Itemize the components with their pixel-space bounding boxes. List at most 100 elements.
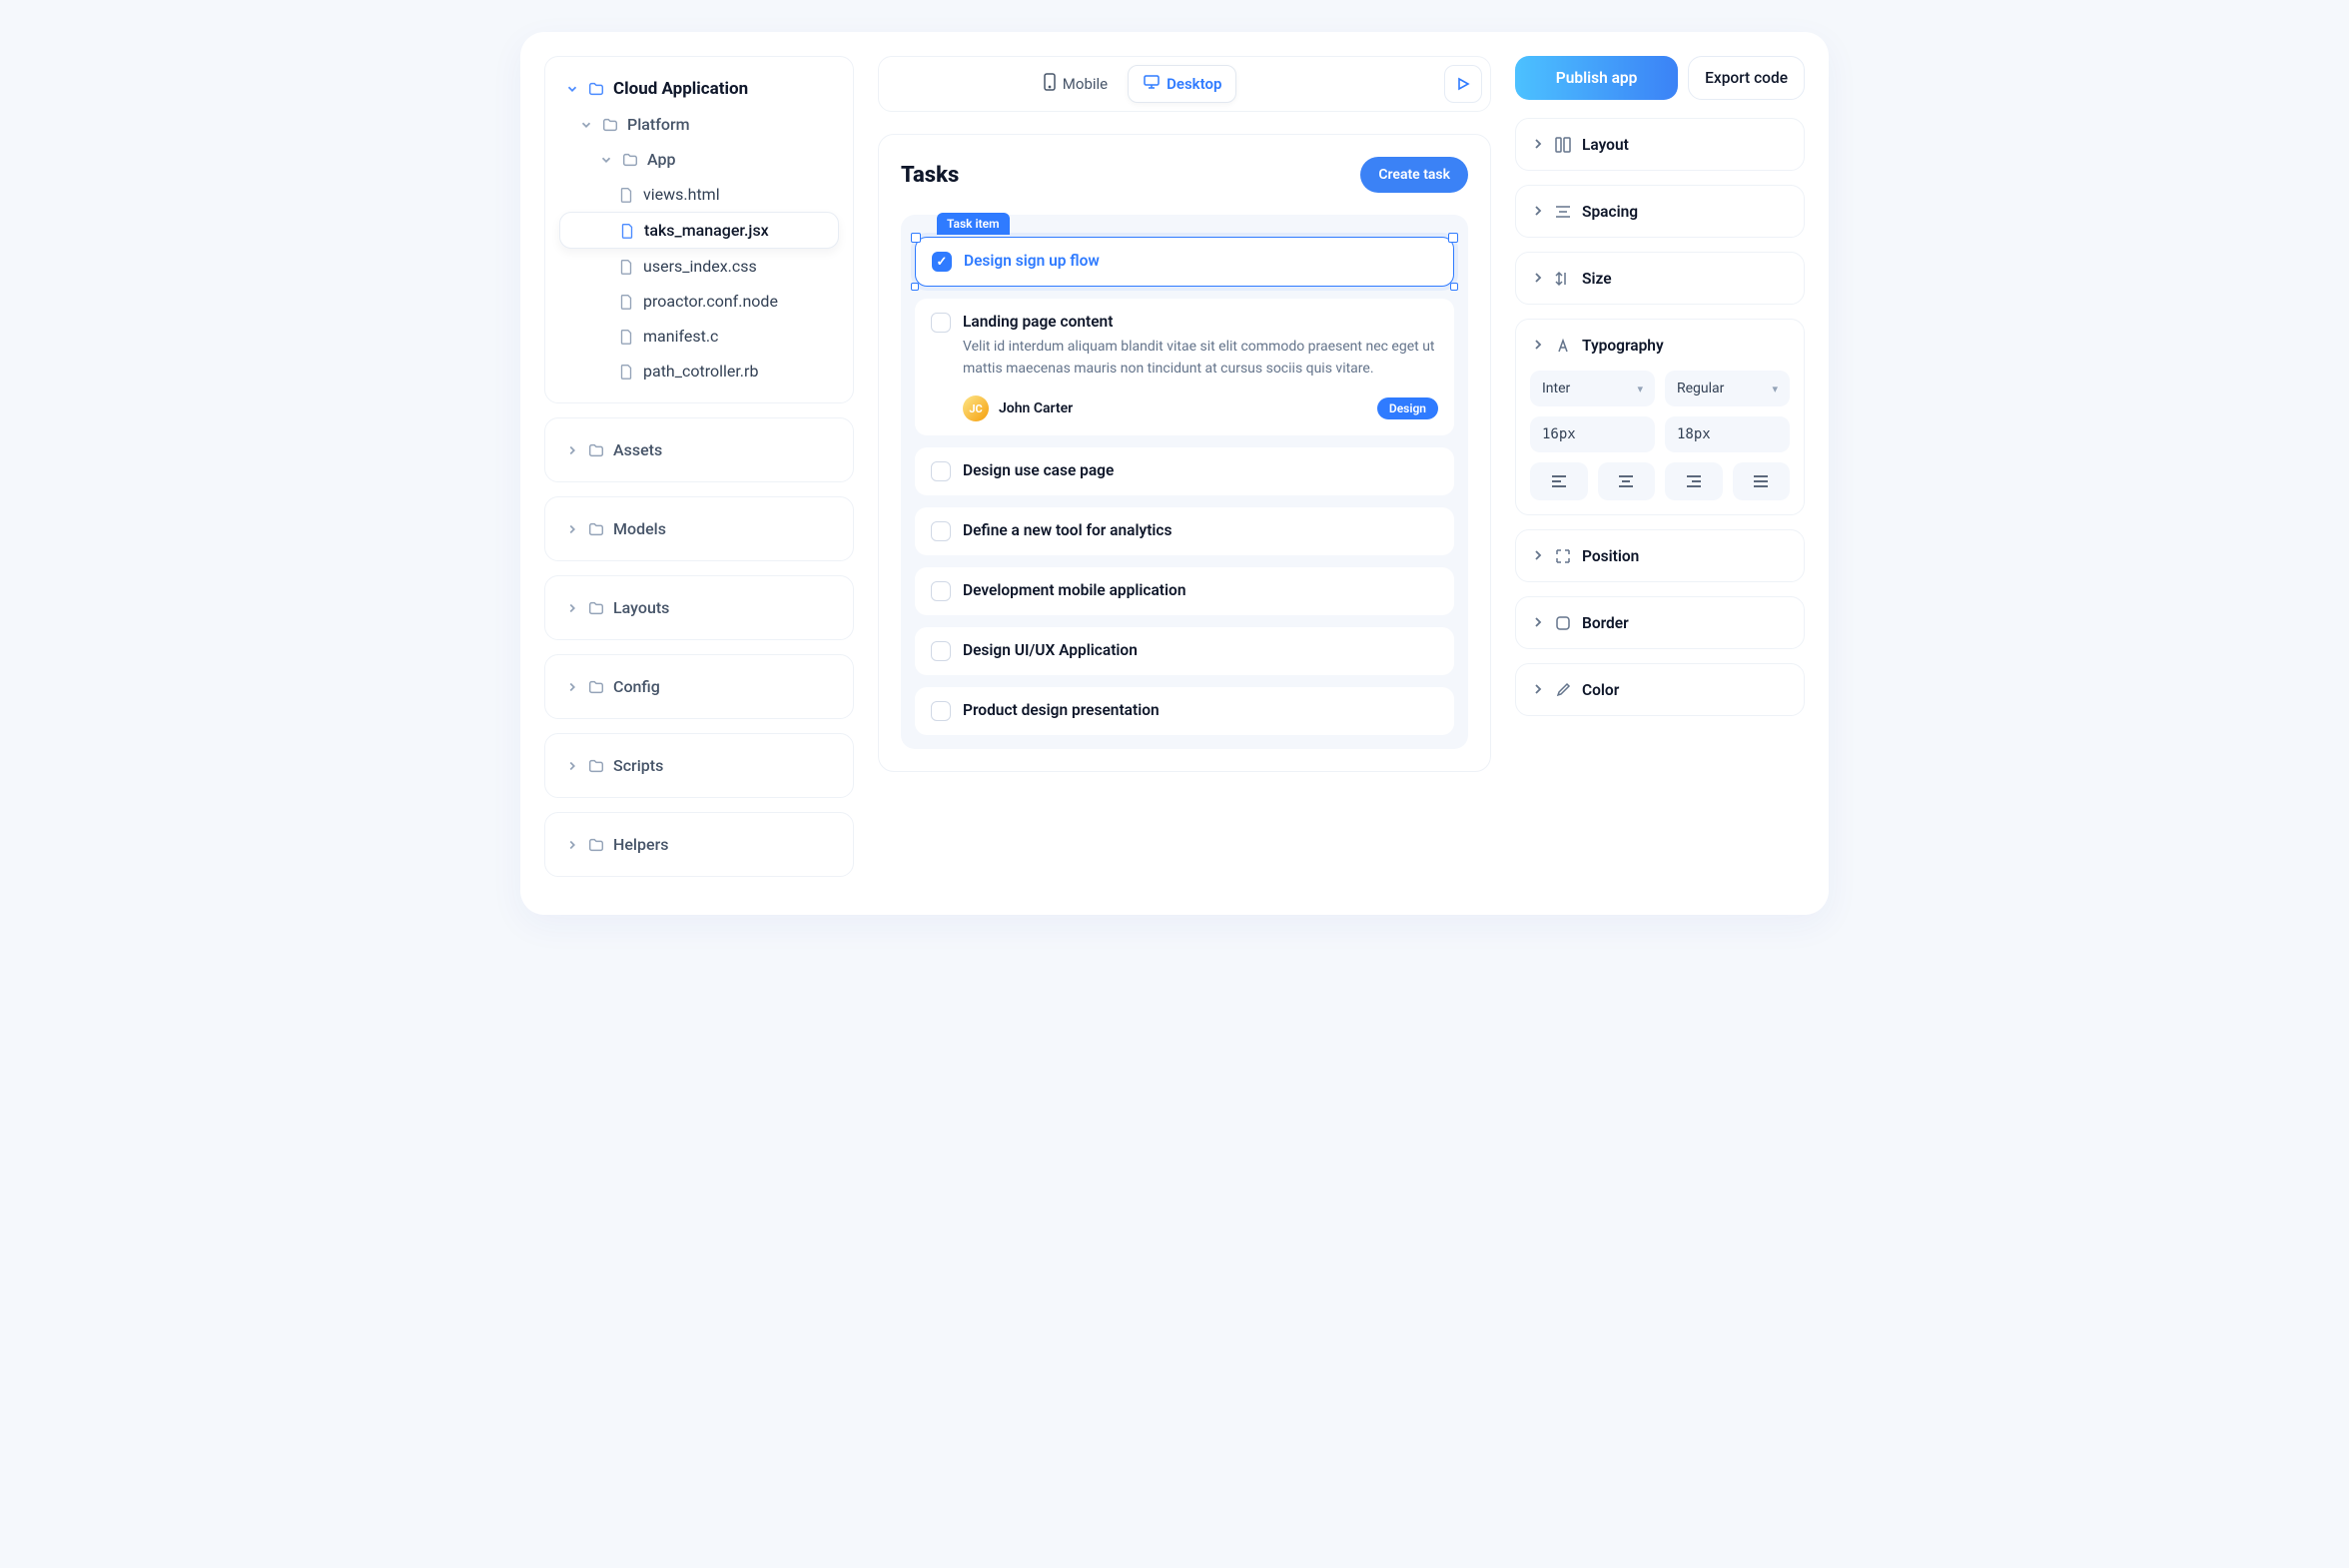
inspector-section-color[interactable]: Color [1515,663,1805,716]
create-task-button[interactable]: Create task [1360,157,1468,193]
resize-handle[interactable] [1450,283,1458,291]
tree-root[interactable]: Cloud Application [559,71,839,107]
section-label: Layout [1582,136,1629,154]
chevron-right-icon [1532,680,1544,699]
tree-folder-label: Config [613,677,660,696]
file-icon [617,258,635,276]
task-checkbox[interactable] [931,641,951,661]
task-assignee: JC John Carter [963,395,1073,421]
task-checkbox[interactable] [931,461,951,481]
task-item[interactable]: Design use case page [915,447,1454,495]
file-icon [617,293,635,311]
task-checkbox[interactable] [931,581,951,601]
text-align-right-button[interactable] [1665,462,1723,500]
tree-file[interactable]: manifest.c [559,319,839,354]
task-checkbox[interactable] [931,701,951,721]
task-item[interactable]: Design UI/UX Application [915,627,1454,675]
tree-folder-label: App [647,150,675,169]
task-title: Define a new tool for analytics [963,521,1438,539]
chevron-right-icon [1532,202,1544,221]
chevron-right-icon [565,601,579,615]
export-code-button[interactable]: Export code [1688,56,1805,100]
size-icon [1554,270,1572,288]
font-weight-select[interactable]: Regular▾ [1665,371,1790,406]
tree-folder-collapsed[interactable]: Models [544,496,854,561]
task-title: Design UI/UX Application [963,641,1438,659]
task-item-expanded[interactable]: Landing page content Velit id interdum a… [915,299,1454,435]
folder-icon [587,441,605,459]
inspector-section-spacing[interactable]: Spacing [1515,185,1805,238]
tree-folder-label: Scripts [613,756,663,775]
tree-folder-collapsed[interactable]: Scripts [544,733,854,798]
section-label: Spacing [1582,203,1638,221]
line-height-input[interactable]: 18px [1665,416,1790,452]
folder-icon [587,80,605,98]
tree-file-label: proactor.conf.node [643,292,778,311]
desktop-icon [1143,74,1161,94]
tree-folder-collapsed[interactable]: Helpers [544,812,854,877]
text-align-justify-button[interactable] [1733,462,1791,500]
task-checkbox[interactable] [932,252,952,272]
task-item-selected[interactable]: Design sign up flow [915,237,1454,287]
tree-folder-collapsed[interactable]: Layouts [544,575,854,640]
preview-header: Tasks Create task [901,157,1468,193]
inspector-section-border[interactable]: Border [1515,596,1805,649]
preview-title: Tasks [901,163,959,188]
tree-folder-collapsed[interactable]: Config [544,654,854,719]
inspector-section-layout[interactable]: Layout [1515,118,1805,171]
file-icon [618,222,636,240]
inspector-actions: Publish app Export code [1515,56,1805,100]
file-icon [617,328,635,346]
font-family-select[interactable]: Inter▾ [1530,371,1655,406]
project-tree: Cloud Application Platform App views.htm… [544,56,854,403]
text-align-left-button[interactable] [1530,462,1588,500]
file-icon [617,363,635,381]
resize-handle[interactable] [911,283,919,291]
inspector-section-position[interactable]: Position [1515,529,1805,582]
task-description: Velit id interdum aliquam blandit vitae … [963,337,1438,380]
avatar: JC [963,395,989,421]
tree-file[interactable]: path_cotroller.rb [559,354,839,389]
tree-file-label: manifest.c [643,327,718,346]
text-align-center-button[interactable] [1598,462,1656,500]
task-item[interactable]: Define a new tool for analytics [915,507,1454,555]
viewport-tab-mobile[interactable]: Mobile [1029,65,1122,103]
chevron-down-icon: ▾ [1772,383,1778,395]
tree-file-label: views.html [643,185,720,204]
viewport-tabs: Mobile Desktop [1029,65,1237,103]
folder-icon [587,599,605,617]
chevron-right-icon [565,522,579,536]
tree-folder-label: Layouts [613,598,669,617]
tree-folder-platform[interactable]: Platform [559,107,839,142]
tree-folder-collapsed[interactable]: Assets [544,417,854,482]
task-item[interactable]: Product design presentation [915,687,1454,735]
border-icon [1554,614,1572,632]
section-header[interactable]: Typography [1516,320,1804,371]
inspector-section-size[interactable]: Size [1515,252,1805,305]
task-checkbox[interactable] [931,521,951,541]
tree-folder-app[interactable]: App [559,142,839,177]
tree-file[interactable]: users_index.css [559,249,839,284]
task-tag: Design [1377,397,1438,419]
publish-button[interactable]: Publish app [1515,56,1678,100]
viewport-toolbar: Mobile Desktop [878,56,1491,112]
tree-folder-label: Helpers [613,835,668,854]
chevron-right-icon [1532,269,1544,288]
tree-file[interactable]: proactor.conf.node [559,284,839,319]
assignee-name: John Carter [999,400,1073,416]
chevron-right-icon [565,759,579,773]
viewport-tab-desktop[interactable]: Desktop [1128,65,1236,103]
task-item[interactable]: Development mobile application [915,567,1454,615]
task-title: Design sign up flow [964,252,1437,270]
preview-play-button[interactable] [1444,65,1482,103]
tree-file[interactable]: views.html [559,177,839,212]
chevron-down-icon [579,118,593,132]
tree-file-label: path_cotroller.rb [643,362,758,381]
color-picker-icon [1554,681,1572,699]
font-size-input[interactable]: 16px [1530,416,1655,452]
chevron-right-icon [1532,613,1544,632]
task-checkbox[interactable] [931,313,951,333]
folder-icon [587,678,605,696]
tree-folder-label: Models [613,519,666,538]
tree-file-active[interactable]: taks_manager.jsx [559,212,839,249]
